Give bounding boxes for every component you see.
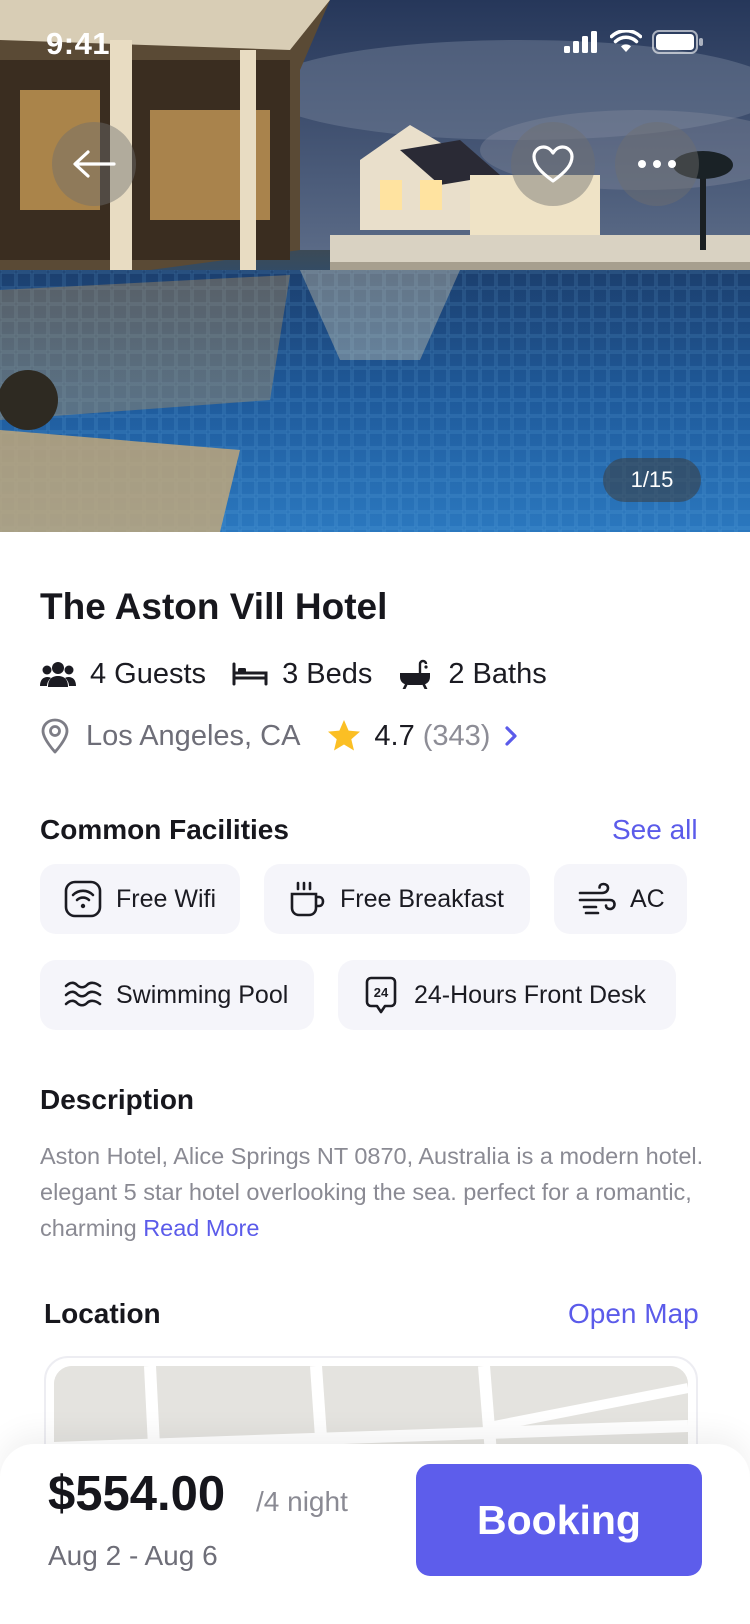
waves-icon — [64, 976, 102, 1014]
review-count: (343) — [422, 719, 491, 752]
facilities-title: Common Facilities — [40, 814, 289, 845]
location-title: Location — [44, 1298, 161, 1329]
open-map-link[interactable]: Open Map — [568, 1298, 699, 1330]
clock-24-icon: 24 — [362, 976, 400, 1014]
bed-icon — [232, 658, 272, 690]
svg-text:24: 24 — [374, 985, 389, 1000]
location-text: Los Angeles, CA — [86, 719, 301, 752]
hotel-name: The Aston Vill Hotel — [40, 586, 388, 627]
read-more-link[interactable]: Read More — [143, 1215, 259, 1241]
price-value: $554.00 — [48, 1467, 226, 1521]
heart-icon — [532, 145, 574, 183]
status-bar: 9:41 — [0, 0, 750, 92]
coffee-cup-icon — [288, 880, 326, 918]
facility-swimming-pool[interactable]: Swimming Pool — [40, 960, 314, 1030]
description-text: Aston Hotel, Alice Springs NT 0870, Aust… — [40, 1138, 720, 1246]
baths-spec: 2 Baths — [398, 657, 547, 691]
facility-label: Free Breakfast — [340, 884, 504, 913]
rating-value: 4.7 — [374, 719, 415, 752]
description-body: Aston Hotel, Alice Springs NT 0870, Aust… — [40, 1143, 704, 1241]
booking-button[interactable]: Booking — [416, 1464, 702, 1576]
chevron-right-icon[interactable] — [504, 723, 526, 749]
cellular-signal-icon — [564, 31, 597, 53]
wind-icon — [578, 880, 616, 918]
guests-label: 4 Guests — [90, 657, 207, 690]
location-pin-icon — [40, 718, 74, 754]
more-options-button[interactable] — [615, 122, 699, 206]
facility-label: Swimming Pool — [116, 980, 289, 1009]
arrow-left-icon — [73, 150, 116, 178]
hero-photo[interactable]: 9:41 1/15 — [0, 0, 750, 532]
booking-bar: $554.00 /4 night Aug 2 - Aug 6 Booking — [0, 1444, 750, 1624]
users-icon — [40, 658, 80, 690]
facility-ac[interactable]: AC — [554, 864, 687, 934]
bathtub-icon — [398, 658, 438, 690]
beds-label: 3 Beds — [282, 657, 373, 690]
beds-spec: 3 Beds — [232, 658, 372, 691]
facility-label: 24-Hours Front Desk — [414, 980, 647, 1009]
back-button[interactable] — [52, 122, 136, 206]
facility-free-wifi[interactable]: Free Wifi — [40, 864, 240, 934]
room-specs: 4 Guests 3 Beds 2 Baths — [40, 654, 573, 694]
facility-label: AC — [630, 884, 665, 913]
photo-counter: 1/15 — [603, 458, 701, 502]
see-all-link[interactable]: See all — [612, 814, 698, 846]
status-icons — [564, 30, 704, 54]
guests-spec: 4 Guests — [40, 658, 206, 691]
facility-free-breakfast[interactable]: Free Breakfast — [264, 864, 530, 934]
status-time: 9:41 — [46, 26, 111, 61]
baths-label: 2 Baths — [448, 657, 547, 690]
location-rating-row[interactable]: Los Angeles, CA 4.7 (343) — [40, 716, 526, 756]
battery-icon — [652, 30, 703, 54]
wifi-icon — [64, 880, 102, 918]
more-dots-icon — [638, 160, 676, 168]
facility-label: Free Wifi — [116, 884, 216, 913]
facility-front-desk[interactable]: 24 24-Hours Front Desk — [338, 960, 676, 1030]
description-title: Description — [40, 1084, 195, 1115]
star-icon — [328, 720, 361, 751]
stay-dates: Aug 2 - Aug 6 — [48, 1540, 218, 1571]
price-period: /4 night — [256, 1486, 348, 1517]
favorite-button[interactable] — [511, 122, 595, 206]
wifi-signal-icon — [610, 30, 642, 52]
